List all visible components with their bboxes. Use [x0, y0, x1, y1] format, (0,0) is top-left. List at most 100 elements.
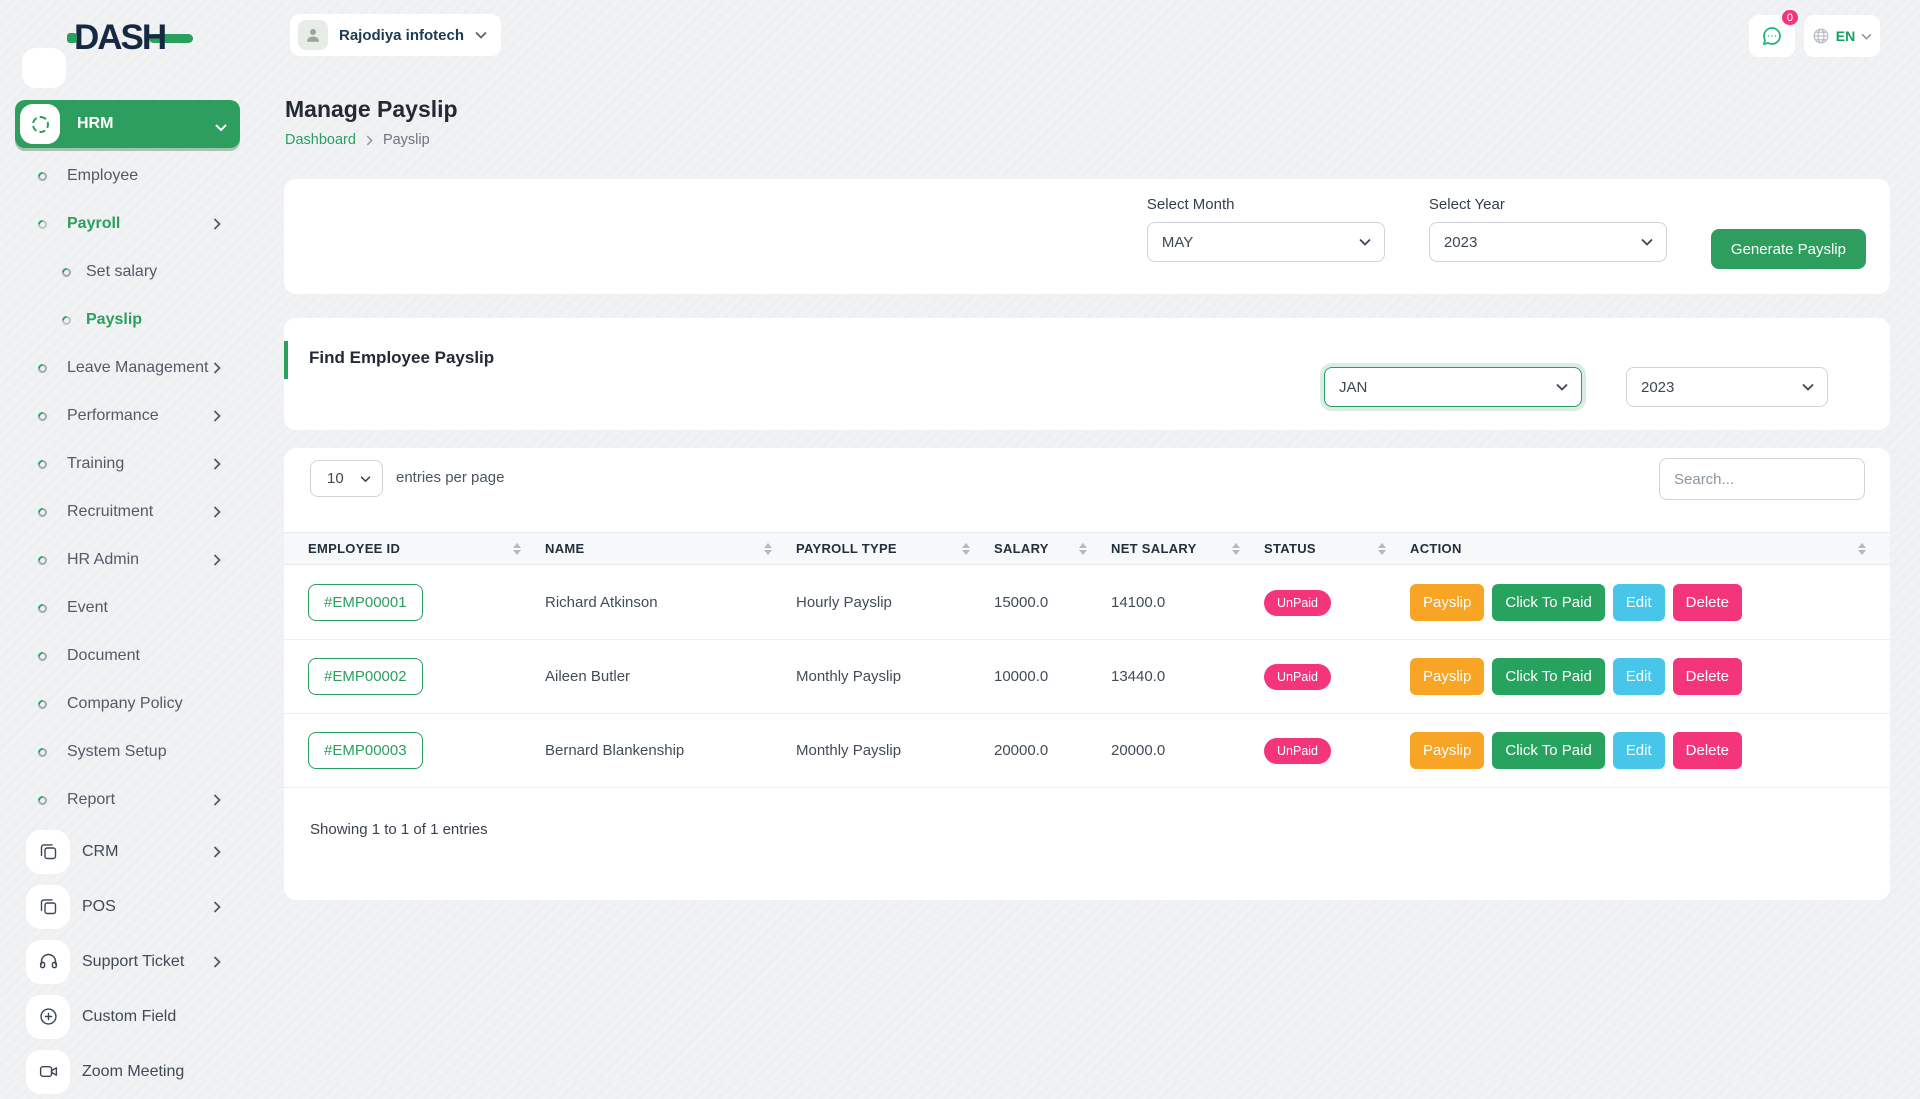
sidebar-item-custom-field[interactable]: Custom Field: [0, 989, 262, 1044]
sidebar-item-report[interactable]: Report: [0, 776, 262, 824]
sidebar-item-hr-admin[interactable]: HR Admin: [0, 536, 262, 584]
sidebar-item-recruitment[interactable]: Recruitment: [0, 488, 262, 536]
chevron-right-icon: [213, 506, 221, 519]
cell-net-salary: 13440.0: [1099, 668, 1252, 685]
payslip-button[interactable]: Payslip: [1410, 584, 1484, 621]
sidebar-item-training[interactable]: Training: [0, 440, 262, 488]
delete-button[interactable]: Delete: [1673, 732, 1742, 769]
delete-button[interactable]: Delete: [1673, 658, 1742, 695]
column-header-employee-id[interactable]: EMPLOYEE ID: [296, 533, 533, 564]
generate-year-value: 2023: [1444, 234, 1477, 251]
bullet-icon: [36, 650, 49, 663]
sort-icon[interactable]: [764, 543, 772, 555]
column-header-status[interactable]: STATUS: [1252, 533, 1398, 564]
cell-name: Aileen Butler: [533, 668, 784, 685]
find-year-select[interactable]: 2023: [1626, 367, 1828, 407]
column-header-salary[interactable]: SALARY: [982, 533, 1099, 564]
cell-status: UnPaid: [1252, 664, 1398, 690]
sidebar-item-leave-management[interactable]: Leave Management: [0, 344, 262, 392]
column-label: ACTION: [1410, 541, 1462, 556]
bullet-icon: [36, 410, 49, 423]
sidebar-item-label: Event: [67, 599, 108, 617]
sidebar-item-hrm[interactable]: HRM: [15, 100, 240, 148]
generate-year-select[interactable]: 2023: [1429, 222, 1667, 262]
sidebar-item-label: Set salary: [86, 263, 157, 281]
chevron-down-icon: [1359, 238, 1371, 246]
logo-dot: [67, 33, 77, 43]
column-header-net-salary[interactable]: NET SALARY: [1099, 533, 1252, 564]
sort-icon[interactable]: [962, 543, 970, 555]
cell-payroll-type: Monthly Payslip: [784, 668, 982, 685]
edit-button[interactable]: Edit: [1613, 584, 1665, 621]
employee-id-chip[interactable]: #EMP00002: [308, 658, 423, 695]
sidebar-item-zoom-meeting[interactable]: Zoom Meeting: [0, 1044, 262, 1099]
click-to-paid-button[interactable]: Click To Paid: [1492, 584, 1604, 621]
status-badge: UnPaid: [1264, 590, 1331, 616]
cell-net-salary: 14100.0: [1099, 594, 1252, 611]
sort-icon[interactable]: [1858, 543, 1866, 555]
employee-id-chip[interactable]: #EMP00003: [308, 732, 423, 769]
column-header-action[interactable]: ACTION: [1398, 533, 1878, 564]
sidebar-item-label: HRM: [77, 115, 113, 133]
chevron-right-icon: [366, 135, 373, 146]
employee-id-chip[interactable]: #EMP00001: [308, 584, 423, 621]
column-label: NET SALARY: [1111, 541, 1197, 556]
chevron-right-icon: [213, 955, 221, 968]
brand-logo[interactable]: DASH: [67, 16, 193, 60]
sidebar-item-payslip[interactable]: Payslip: [0, 296, 262, 344]
sort-icon[interactable]: [1079, 543, 1087, 555]
sidebar-item-event[interactable]: Event: [0, 584, 262, 632]
column-label: SALARY: [994, 541, 1049, 556]
click-to-paid-button[interactable]: Click To Paid: [1492, 658, 1604, 695]
table-footer: Showing 1 to 1 of 1 entries: [310, 821, 488, 838]
sidebar-item-performance[interactable]: Performance: [0, 392, 262, 440]
cell-name: Richard Atkinson: [533, 594, 784, 611]
cell-name: Bernard Blankenship: [533, 742, 784, 759]
company-name: Rajodiya infotech: [339, 27, 464, 44]
sort-icon[interactable]: [1232, 543, 1240, 555]
sidebar-item-document[interactable]: Document: [0, 632, 262, 680]
language-selector[interactable]: EN: [1804, 15, 1880, 57]
chevron-down-icon: [360, 475, 371, 482]
sort-icon[interactable]: [513, 543, 521, 555]
sidebar-item-pos[interactable]: POS: [0, 879, 262, 934]
payslip-button[interactable]: Payslip: [1410, 732, 1484, 769]
column-header-name[interactable]: NAME: [533, 533, 784, 564]
generate-month-select[interactable]: MAY: [1147, 222, 1385, 262]
video-icon: [26, 1050, 70, 1094]
chevron-down-icon: [1861, 33, 1872, 40]
chevron-down-icon: [1641, 238, 1653, 246]
sidebar-item-set-salary[interactable]: Set salary: [0, 248, 262, 296]
sidebar-item-system-setup[interactable]: System Setup: [0, 728, 262, 776]
sidebar-item-label: Company Policy: [67, 695, 183, 713]
generate-payslip-button[interactable]: Generate Payslip: [1711, 229, 1866, 269]
cell-payroll-type: Monthly Payslip: [784, 742, 982, 759]
search-input[interactable]: [1659, 458, 1865, 500]
sort-icon[interactable]: [1378, 543, 1386, 555]
message-count-badge: 0: [1780, 8, 1800, 27]
entries-per-page-select[interactable]: 10: [310, 460, 383, 497]
cell-status: UnPaid: [1252, 590, 1398, 616]
sidebar-item-crm[interactable]: CRM: [0, 824, 262, 879]
find-month-select[interactable]: JAN: [1324, 367, 1582, 407]
edit-button[interactable]: Edit: [1613, 732, 1665, 769]
sidebar-item-payroll[interactable]: Payroll: [0, 200, 262, 248]
chevron-right-icon: [213, 362, 221, 375]
delete-button[interactable]: Delete: [1673, 584, 1742, 621]
breadcrumb-dashboard-link[interactable]: Dashboard: [285, 132, 356, 148]
company-menu[interactable]: Rajodiya infotech: [290, 14, 501, 56]
sidebar-item-support-ticket[interactable]: Support Ticket: [0, 934, 262, 989]
column-header-payroll-type[interactable]: PAYROLL TYPE: [784, 533, 982, 564]
bullet-icon: [36, 218, 49, 231]
sidebar-item-employee[interactable]: Employee: [0, 152, 262, 200]
sidebar-item-label: Employee: [67, 167, 138, 185]
cell-salary: 15000.0: [982, 594, 1099, 611]
bullet-icon: [36, 458, 49, 471]
click-to-paid-button[interactable]: Click To Paid: [1492, 732, 1604, 769]
sidebar-item-label: CRM: [82, 843, 118, 861]
bullet-icon: [36, 746, 49, 759]
sidebar-item-company-policy[interactable]: Company Policy: [0, 680, 262, 728]
edit-button[interactable]: Edit: [1613, 658, 1665, 695]
messages-button[interactable]: 0: [1749, 15, 1795, 57]
payslip-button[interactable]: Payslip: [1410, 658, 1484, 695]
